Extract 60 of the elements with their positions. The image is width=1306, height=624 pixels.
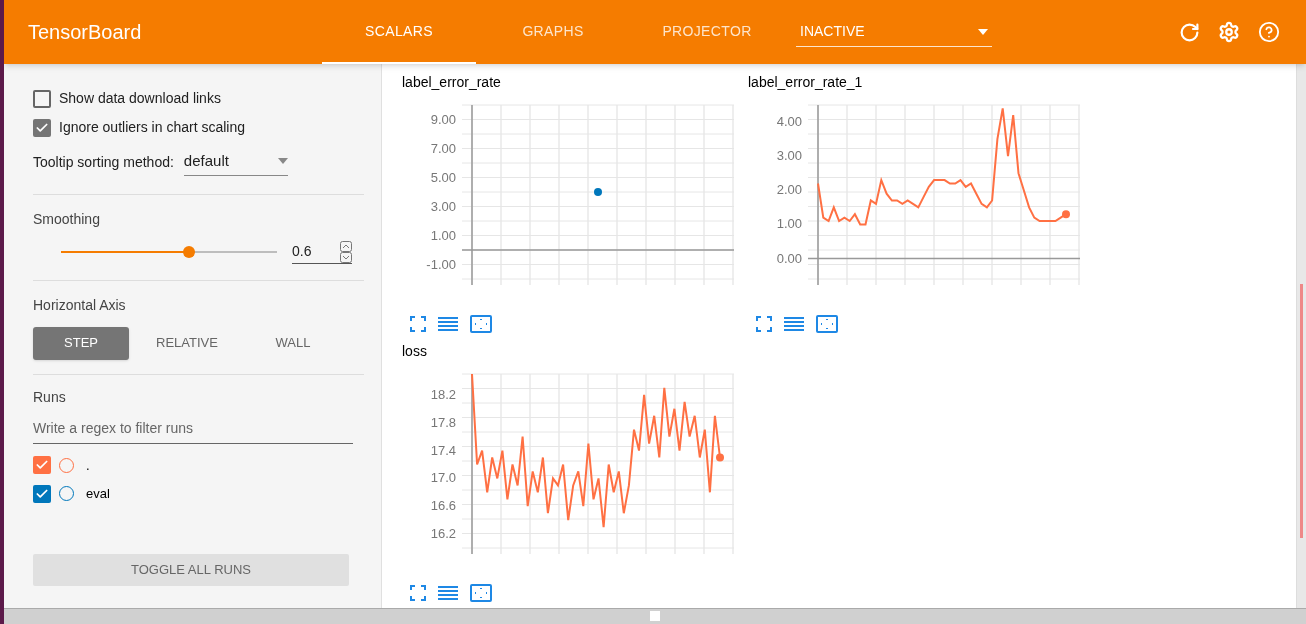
axis-tick-label: 1.00: [776, 216, 802, 232]
checkbox-label: Ignore outliers in chart scaling: [59, 118, 245, 137]
horizontal-scrollbar[interactable]: [4, 608, 1306, 624]
run-checkbox[interactable]: [33, 456, 51, 475]
axis-tick-label: 4.00: [776, 114, 802, 130]
filter-field[interactable]: Write a regex to filter runs: [33, 417, 353, 444]
axis-option[interactable]: WALL: [245, 326, 341, 360]
axis-tick-label: 9.00: [430, 111, 456, 127]
reload-icon[interactable]: [1179, 21, 1200, 43]
field-label: Tooltip sorting method:: [33, 153, 174, 173]
axis-tick-label: 3.00: [430, 198, 456, 214]
run-label: .: [86, 456, 90, 475]
axis-tick-label: 17.4: [430, 442, 456, 458]
axis-tick-label: 17.8: [430, 414, 456, 430]
vertical-scrollbar[interactable]: [1296, 64, 1306, 608]
section-title: Horizontal Axis: [33, 296, 126, 313]
checkbox[interactable]: [33, 89, 51, 108]
fit-domain-icon[interactable]: [816, 315, 838, 333]
smoothing-slider[interactable]: [61, 246, 277, 258]
caret-icon: [978, 28, 988, 35]
axis-tick-label: 16.6: [430, 498, 456, 514]
smoothing-value[interactable]: 0.6: [292, 241, 312, 262]
toggle-all-runs-button[interactable]: TOGGLE ALL RUNS: [33, 553, 349, 586]
axis-tick-label: 18.2: [430, 386, 456, 402]
chart-title: label_error_rate_1: [748, 73, 864, 92]
fullscreen-icon[interactable]: [410, 316, 426, 332]
fullscreen-icon[interactable]: [756, 316, 772, 332]
axis-option[interactable]: RELATIVE: [139, 326, 235, 360]
section-title: Runs: [33, 387, 67, 407]
list-icon[interactable]: [438, 585, 458, 601]
run-checkbox[interactable]: [33, 484, 51, 503]
list-icon[interactable]: [784, 316, 804, 332]
axis-tick-label: 0.00: [776, 250, 802, 266]
settings-icon[interactable]: [1218, 21, 1240, 43]
axis-tick-label: 3.00: [776, 148, 802, 164]
axis-option[interactable]: STEP: [33, 326, 129, 360]
caret-icon: [277, 158, 288, 165]
axis-tick-label: 5.00: [430, 169, 456, 185]
fit-domain-icon[interactable]: [470, 584, 492, 602]
run-label: eval: [86, 485, 110, 503]
slider-thumb[interactable]: [183, 246, 196, 258]
fit-domain-icon[interactable]: [470, 315, 492, 333]
axis-tick-label: 16.2: [430, 526, 456, 542]
fullscreen-icon[interactable]: [410, 585, 426, 601]
axis-tick-label: -1.00: [426, 256, 456, 272]
app-title: TensorBoard: [28, 20, 143, 45]
help-icon[interactable]: [1258, 21, 1280, 43]
list-icon[interactable]: [438, 316, 458, 332]
run-dropdown[interactable]: INACTIVE: [796, 17, 992, 47]
sorting-dropdown[interactable]: default: [183, 150, 288, 176]
chart-title: loss: [402, 342, 428, 361]
chart-title: label_error_rate: [402, 73, 502, 92]
checkbox[interactable]: [33, 118, 51, 137]
stepper-icon[interactable]: [340, 240, 352, 263]
axis-tick-label: 17.0: [430, 470, 456, 486]
axis-tick-label: 1.00: [430, 227, 456, 243]
checkbox-label: Show data download links: [59, 89, 221, 108]
axis-tick-label: 2.00: [776, 182, 802, 198]
axis-tick-label: 7.00: [430, 140, 456, 156]
section-title: Smoothing: [33, 210, 100, 227]
